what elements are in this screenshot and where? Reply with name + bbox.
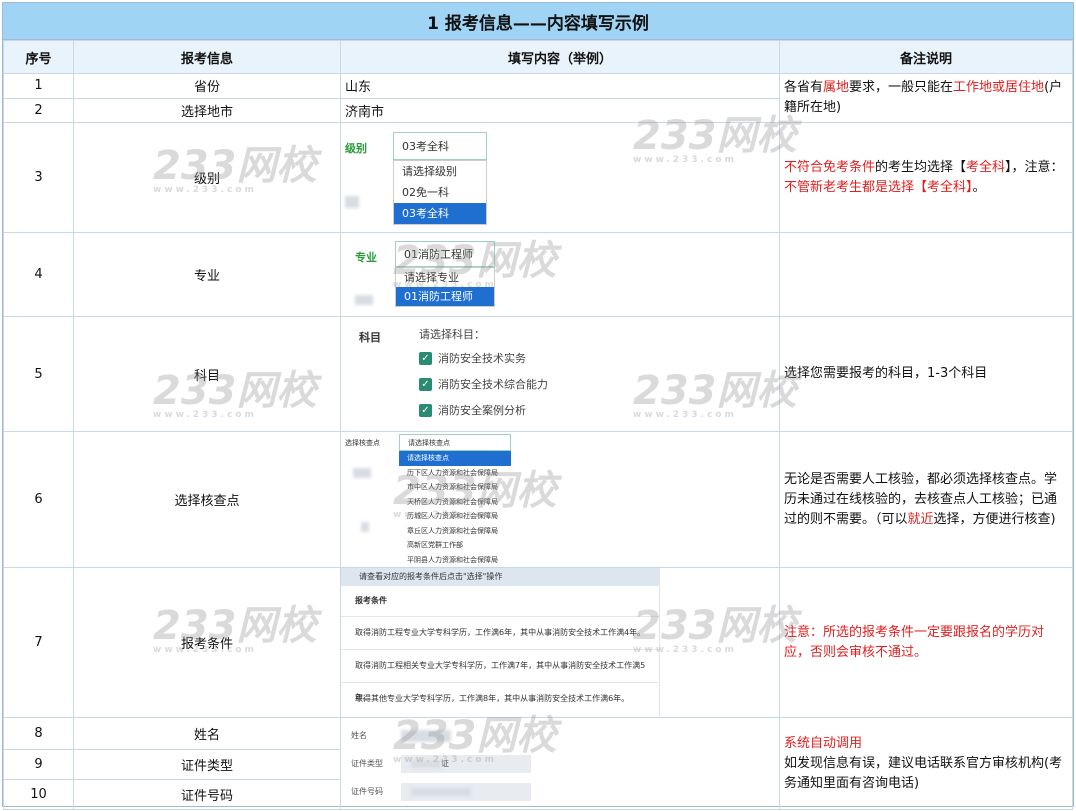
table-row: 8 姓名 姓名 证件类型证 证件号码 系统自动调用 如发现信息有误，建议电话联系官…	[3, 717, 1073, 810]
row-no: 7	[3, 567, 74, 718]
table-row: 1 省份 山东 各省有属地要求，一般只能在工作地或居住地(户籍所在地)	[3, 73, 1073, 123]
page-title: 1 报考信息——内容填写示例	[3, 3, 1073, 40]
check-select[interactable]: 请选择核查点	[399, 434, 511, 451]
note-level: 不符合免考条件的考生均选择【考全科】，注意：不管新老考生都是选择【考全科】。	[779, 122, 1073, 233]
page: 1 报考信息——内容填写示例 序号 报考信息 填写内容（举例） 备注说明 1 省…	[2, 2, 1074, 810]
field-type: 证件类型证	[345, 750, 775, 778]
table-row: 6 选择核查点 选择核查点 请选择核查点 请选择核查点 历下区人力资源和社会保障…	[3, 431, 1073, 568]
check-mock: 选择核查点 请选择核查点 请选择核查点 历下区人力资源和社会保障局 市中区人力资…	[340, 431, 780, 568]
row-info: 选择核查点	[73, 431, 341, 568]
cond-section: 报考条件	[341, 586, 659, 617]
cond-mock: 请查看对应的报考条件后点击"选择"操作 报考条件 取得消防工程专业大学专科学历，…	[340, 567, 780, 718]
info-table: 序号 报考信息 填写内容（举例） 备注说明 1 省份 山东 各省有属地要求，一般…	[3, 40, 1073, 810]
row-info: 专业	[73, 232, 341, 317]
major-options: 请选择专业 01消防工程师	[395, 266, 495, 307]
cond-item[interactable]: 取得消防工程相关专业大学专科学历，工作满7年，其中从事消防安全技术工作满5年。	[341, 650, 659, 702]
check-label: 选择核查点	[345, 439, 380, 447]
note-cond: 注意：所选的报考条件一定要跟报名的学历对应，否则会审核不通过。	[779, 567, 1073, 718]
row-no: 4	[3, 232, 74, 317]
option[interactable]: 市中区人力资源和社会保障局	[399, 480, 511, 495]
subject-label: 科目	[359, 331, 381, 344]
cond-header: 请查看对应的报考条件后点击"选择"操作	[341, 568, 659, 586]
table-header: 序号 报考信息 填写内容（举例） 备注说明	[3, 40, 1073, 74]
row-info: 科目	[73, 316, 341, 432]
row-content: 山东	[340, 73, 780, 99]
option[interactable]: 平阴县人力资源和社会保障局	[399, 553, 511, 568]
table-row: 5 科目 科目 请选择科目： ✓ 消防安全技术实务 ✓ 消防安全技术综合能力 ✓ 消防…	[3, 316, 1073, 432]
blurred-label	[361, 522, 369, 532]
row-no: 9	[3, 749, 74, 780]
blurred-label	[353, 468, 371, 478]
option-selected[interactable]: 01消防工程师	[396, 286, 494, 306]
note-empty	[779, 232, 1073, 317]
id-mock: 姓名 证件类型证 证件号码	[340, 717, 780, 810]
check-icon: ✓	[419, 351, 432, 365]
row-no: 5	[3, 316, 74, 432]
level-select[interactable]: 03考全科	[393, 132, 487, 160]
row-no: 2	[3, 97, 74, 123]
option-selected[interactable]: 请选择核查点	[399, 451, 511, 466]
option[interactable]: 历下区人力资源和社会保障局	[399, 466, 511, 481]
table-row: 7 报考条件 请查看对应的报考条件后点击"选择"操作 报考条件 取得消防工程专业…	[3, 567, 1073, 718]
blurred-label	[355, 294, 373, 305]
col-header-info: 报考信息	[73, 40, 341, 74]
row-info: 级别	[73, 122, 341, 233]
subject-prompt: 请选择科目：	[419, 328, 485, 341]
major-mock: 专业 01消防工程师 请选择专业 01消防工程师	[340, 232, 780, 317]
note-subject: 选择您需要报考的科目，1-3个科目	[779, 316, 1073, 432]
table-row: 4 专业 专业 01消防工程师 请选择专业 01消防工程师	[3, 232, 1073, 317]
row-info: 证件类型	[73, 749, 341, 780]
row-info: 姓名	[73, 717, 341, 750]
col-header-no: 序号	[3, 40, 74, 74]
option-selected[interactable]: 03考全科	[394, 203, 486, 224]
row-no: 8	[3, 717, 74, 750]
option[interactable]: 天桥区人力资源和社会保障局	[399, 495, 511, 510]
option[interactable]: 02免一科	[394, 182, 486, 203]
option[interactable]: 请选择专业	[396, 268, 494, 287]
row-info: 报考条件	[73, 567, 341, 718]
cond-item[interactable]: 取得消防工程专业大学专科学历，工作满6年，其中从事消防安全技术工作满4年。	[341, 617, 659, 650]
row-no: 10	[3, 779, 74, 810]
cond-item[interactable]: 取得其他专业大学专科学历，工作满8年，其中从事消防安全技术工作满6年。	[341, 683, 659, 715]
note-region: 各省有属地要求，一般只能在工作地或居住地(户籍所在地)	[779, 73, 1073, 123]
note-check: 无论是否需要人工核验，都必须选择核查点。学历未通过在线核验的，去核查点人工核验；…	[779, 431, 1073, 568]
option[interactable]: 历城区人力资源和社会保障局	[399, 509, 511, 524]
option[interactable]: 章丘区人力资源和社会保障局	[399, 524, 511, 539]
option[interactable]: 高新区党群工作部	[399, 538, 511, 553]
row-info: 选择地市	[73, 97, 341, 123]
row-content: 济南市	[340, 97, 780, 123]
row-no: 3	[3, 122, 74, 233]
major-select[interactable]: 01消防工程师	[395, 240, 495, 267]
note-id: 系统自动调用 如发现信息有误，建议电话联系官方审核机构(考务通知里面有咨询电话)	[779, 717, 1073, 810]
blurred-label	[345, 196, 359, 208]
check-options: 请选择核查点 历下区人力资源和社会保障局 市中区人力资源和社会保障局 天桥区人力…	[399, 451, 511, 567]
row-no: 6	[3, 431, 74, 568]
row-info: 省份	[73, 73, 341, 99]
col-header-note: 备注说明	[779, 40, 1073, 74]
subject-mock: 科目 请选择科目： ✓ 消防安全技术实务 ✓ 消防安全技术综合能力 ✓ 消防安全案例分…	[340, 316, 780, 432]
level-label: 级别	[345, 142, 367, 155]
subject-checkbox[interactable]: ✓ 消防安全技术综合能力	[419, 371, 548, 397]
table-row: 3 级别 级别 03考全科 请选择级别 02免一科 03考全科 不符合免考条件的…	[3, 122, 1073, 233]
option[interactable]: 请选择级别	[394, 161, 486, 182]
subject-checkbox[interactable]: ✓ 消防安全技术实务	[419, 345, 548, 371]
col-header-content: 填写内容（举例）	[340, 40, 780, 74]
check-icon: ✓	[419, 403, 432, 417]
row-no: 1	[3, 73, 74, 99]
row-info: 证件号码	[73, 779, 341, 810]
check-icon: ✓	[419, 377, 432, 391]
subject-checkbox[interactable]: ✓ 消防安全案例分析	[419, 397, 548, 423]
level-options: 请选择级别 02免一科 03考全科	[393, 160, 487, 225]
field-number: 证件号码	[345, 778, 775, 806]
field-name: 姓名	[345, 722, 775, 750]
major-label: 专业	[355, 250, 377, 264]
level-mock: 级别 03考全科 请选择级别 02免一科 03考全科	[340, 122, 780, 233]
